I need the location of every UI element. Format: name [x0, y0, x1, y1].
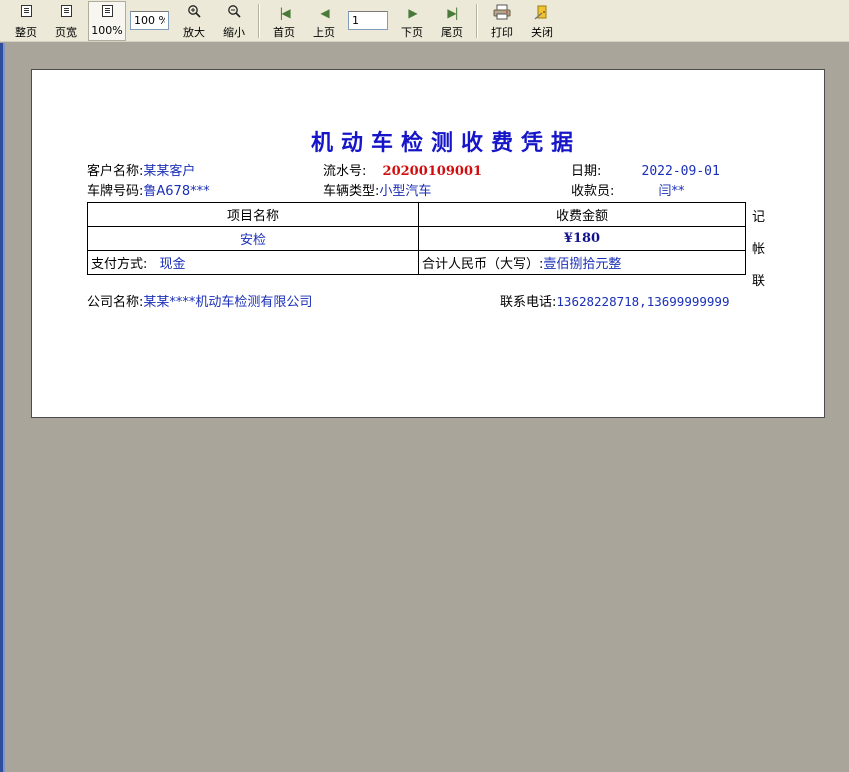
total-cell: 合计人民币（大写）:壹佰捌拾元整	[418, 250, 746, 275]
vehicle-type-value: 小型汽车	[379, 184, 432, 199]
payment-cell: 支付方式: 现金	[87, 250, 419, 275]
zoom-out-button[interactable]: 缩小	[217, 2, 251, 40]
table-summary-row: 支付方式: 现金 合计人民币（大写）:壹佰捌拾元整	[87, 250, 746, 275]
zoom-in-icon	[177, 4, 211, 22]
side-char-zhang: 帐	[752, 242, 766, 257]
cashier-value: 闫**	[658, 184, 685, 199]
vehicle-type-field: 车辆类型:小型汽车	[323, 180, 431, 199]
payment-label: 支付方式:	[91, 257, 148, 272]
serial-field: 流水号: 20200109001	[323, 160, 482, 179]
zoom-in-button[interactable]: 放大	[177, 2, 211, 40]
phone-value: 13628228718,13699999999	[556, 294, 730, 309]
page-icon	[10, 4, 42, 22]
plate-field: 车牌号码:鲁A678***	[87, 180, 210, 199]
company-field: 公司名称:某某****机动车检测有限公司	[87, 291, 312, 310]
side-char-ji: 记	[752, 210, 766, 225]
company-label: 公司名称:	[87, 295, 144, 310]
date-field: 日期: 2022-09-01	[571, 160, 720, 179]
total-label: 合计人民币（大写）:	[422, 257, 544, 272]
table-header-row: 项目名称 收费金额	[87, 202, 746, 227]
whole-page-button[interactable]: 整页	[10, 2, 42, 40]
zoom-100-button[interactable]: 100%	[88, 1, 126, 41]
total-value: 壹佰捌拾元整	[543, 257, 622, 272]
col-item-header: 项目名称	[87, 202, 419, 227]
page-number-input[interactable]	[348, 11, 388, 30]
last-page-icon: ▶|	[447, 6, 458, 20]
payment-value: 现金	[159, 257, 186, 272]
first-page-icon: |◀	[279, 6, 290, 20]
receipt-title: 机动车检测收费凭据	[310, 130, 581, 156]
printer-icon	[486, 4, 518, 22]
serial-value: 20200109001	[382, 164, 483, 179]
left-edge-strip	[0, 43, 5, 772]
last-page-button[interactable]: ▶| 尾页	[436, 2, 468, 40]
vehicle-type-label: 车辆类型:	[323, 184, 380, 199]
company-value: 某某****机动车检测有限公司	[143, 295, 313, 310]
serial-label: 流水号:	[323, 164, 367, 179]
customer-field: 客户名称:某某客户	[87, 160, 195, 179]
page-width-button[interactable]: 页宽	[50, 2, 82, 40]
actual-size-icon	[89, 4, 125, 22]
date-label: 日期:	[571, 164, 602, 179]
customer-label: 客户名称:	[87, 164, 144, 179]
date-value: 2022-09-01	[641, 164, 720, 179]
zoom-out-icon	[217, 4, 251, 22]
prev-page-button[interactable]: ◀ 上页	[308, 2, 340, 40]
col-amount-header: 收费金额	[418, 202, 746, 227]
page-width-icon	[50, 4, 82, 22]
item-cell: 安检	[87, 226, 419, 251]
phone-label: 联系电话:	[500, 295, 557, 310]
side-char-lian: 联	[752, 274, 766, 289]
fee-table: 项目名称 收费金额 安检 ¥180 支付方式: 现金 合计人民币（大写）:壹佰捌…	[87, 202, 746, 275]
toolbar-separator	[258, 4, 260, 38]
first-page-button[interactable]: |◀ 首页	[268, 2, 300, 40]
zoom-input[interactable]	[130, 11, 169, 30]
next-page-button[interactable]: ▶ 下页	[396, 2, 428, 40]
toolbar-separator	[476, 4, 478, 38]
close-button[interactable]: 关闭	[526, 2, 558, 40]
plate-label: 车牌号码:	[87, 184, 144, 199]
next-page-icon: ▶	[408, 6, 417, 20]
cashier-label: 收款员:	[571, 184, 615, 199]
amount-cell: ¥180	[418, 226, 746, 251]
preview-toolbar: 整页 页宽 100% 放大 缩小 |◀ 首页 ◀ 上页 ▶ 下页 ▶| 尾页	[0, 0, 849, 42]
prev-page-icon: ◀	[320, 6, 329, 20]
customer-value: 某某客户	[143, 164, 196, 179]
close-door-icon	[526, 4, 558, 22]
cashier-field: 收款员: 闫**	[571, 180, 685, 199]
plate-value: 鲁A678***	[143, 184, 210, 199]
table-row: 安检 ¥180	[87, 226, 746, 251]
print-button[interactable]: 打印	[486, 2, 518, 40]
phone-field: 联系电话:13628228718,13699999999	[500, 291, 729, 310]
receipt-page: 机动车检测收费凭据 客户名称:某某客户 流水号: 20200109001 日期:…	[31, 69, 825, 418]
